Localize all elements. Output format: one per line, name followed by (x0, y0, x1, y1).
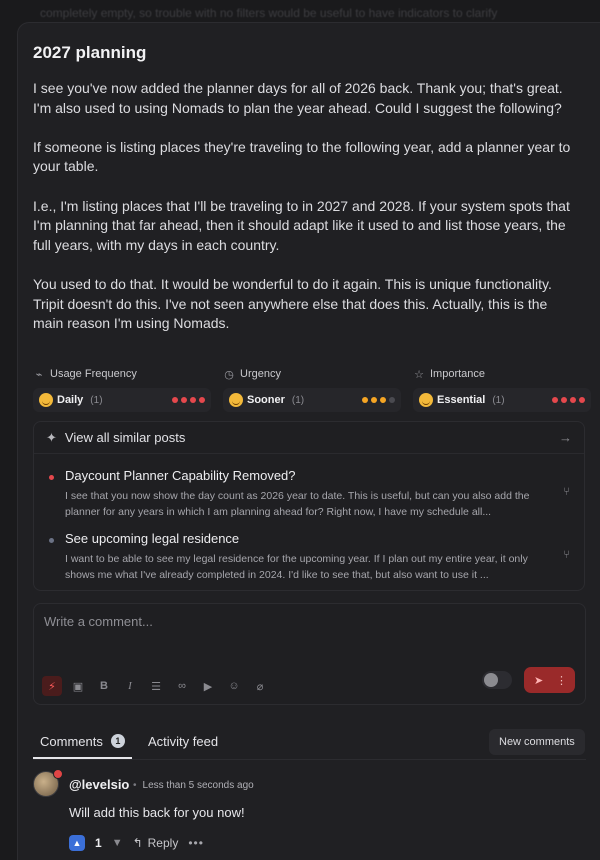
lightning-icon[interactable]: ⚡ (42, 676, 62, 696)
send-icon: ➤ (534, 674, 544, 687)
rating-dot (570, 397, 576, 403)
meta-urgency: ◷ Urgency Sooner (1) (223, 366, 401, 412)
meta-value-pill[interactable]: Essential (1) (413, 388, 591, 412)
meta-label: Usage Frequency (50, 368, 137, 380)
like-count: 1 (95, 836, 102, 850)
post-title: 2027 planning (33, 43, 147, 62)
tab-comments[interactable]: Comments 1 (33, 725, 132, 759)
comments-count-badge: 1 (110, 734, 125, 748)
similar-post-item[interactable]: Daycount Planner Capability Removed? I s… (34, 466, 586, 524)
post-body: I see you've now added the planner days … (33, 79, 573, 353)
image-icon[interactable]: ▣ (68, 676, 88, 696)
rating-dot (371, 397, 377, 403)
post-paragraph: If someone is listing places they're tra… (33, 138, 571, 175)
comment-text: Will add this back for you now! (69, 805, 245, 820)
similar-post-title: See upcoming legal residence (65, 531, 240, 546)
rating-dot (172, 397, 178, 403)
clock-icon: ◷ (224, 368, 234, 381)
comment-actions: ▲ 1 ▼ ↰ Reply ••• (69, 833, 204, 853)
similar-post-title: Daycount Planner Capability Removed? (65, 468, 296, 483)
meta-value-pill[interactable]: Daily (1) (33, 388, 211, 412)
rating-dot (552, 397, 558, 403)
meta-label: Importance (430, 368, 486, 380)
more-options-icon[interactable]: ••• (188, 836, 204, 850)
similar-posts-panel: ✦ View all similar posts → Daycount Plan… (33, 421, 585, 591)
similar-post-item[interactable]: See upcoming legal residence I want to b… (34, 529, 586, 587)
composer-toolbar: ⚡ ▣ B I ☰ ∞ ▶ ☺ ⌀ (42, 676, 270, 696)
rating-dot (389, 397, 395, 403)
emoji-icon[interactable]: ☺ (224, 676, 244, 696)
meta-value: Essential (437, 394, 486, 406)
send-button[interactable]: ➤ ⋮ (524, 667, 575, 693)
reply-button[interactable]: ↰ Reply (133, 836, 179, 850)
tab-label: Comments (40, 733, 103, 749)
post-card: 2027 planning I see you've now added the… (17, 22, 600, 860)
divider (33, 759, 586, 760)
sparkle-icon: ✦ (46, 429, 57, 445)
rating-dot (579, 397, 585, 403)
similar-header-label: View all similar posts (64, 430, 186, 445)
rating-dots (362, 397, 395, 403)
reply-icon: ↰ (132, 836, 143, 850)
list-icon[interactable]: ☰ (146, 676, 166, 696)
rating-dot (190, 397, 196, 403)
verified-badge-icon (53, 769, 63, 779)
link-icon[interactable]: ∞ (172, 676, 192, 696)
meta-count: (1) (492, 394, 505, 406)
rating-dots (172, 397, 205, 403)
video-icon[interactable]: ▶ (198, 676, 218, 696)
attachment-icon[interactable]: ⌀ (250, 676, 270, 696)
post-paragraph: I.e., I'm listing places that I'll be tr… (33, 197, 570, 253)
comment-input[interactable]: Write a comment... (44, 614, 153, 629)
post-meta: ⌁ Usage Frequency Daily (1) ◷ Urgency So… (33, 366, 593, 412)
reply-label: Reply (147, 836, 179, 850)
comments-tabs: Comments 1 Activity feed New comments (33, 725, 586, 760)
meta-value: Daily (57, 394, 84, 406)
new-comments-button[interactable]: New comments (489, 729, 585, 755)
thumbs-up-icon[interactable]: ▲ (69, 835, 85, 851)
meta-count: (1) (90, 394, 103, 406)
rating-dot (380, 397, 386, 403)
rating-dot (199, 397, 205, 403)
meta-label: Urgency (240, 368, 281, 380)
comment-author[interactable]: @levelsio (69, 777, 129, 792)
merge-icon[interactable]: ⑂ (563, 549, 570, 561)
more-options-icon[interactable]: ⋮ (556, 674, 567, 687)
meta-usage-frequency: ⌁ Usage Frequency Daily (1) (33, 366, 211, 412)
similar-post-desc: I want to be able to see my legal reside… (65, 553, 528, 581)
smile-emoji-icon (39, 393, 53, 407)
merge-icon[interactable]: ⑂ (563, 486, 570, 498)
thumbs-down-icon[interactable]: ▼ (112, 837, 123, 849)
meta-importance: ☆ Importance Essential (1) (413, 366, 591, 412)
meta-count: (1) (291, 394, 305, 406)
bold-icon[interactable]: B (94, 676, 114, 696)
meta-value-pill[interactable]: Sooner (1) (223, 388, 401, 412)
smile-emoji-icon (419, 393, 433, 407)
rating-dot (362, 397, 368, 403)
similar-post-desc: I see that you now show the day count as… (65, 490, 530, 518)
rating-dot (561, 397, 567, 403)
tab-label: Activity feed (148, 733, 219, 749)
star-icon: ☆ (414, 368, 424, 381)
visibility-toggle[interactable] (482, 671, 512, 689)
rating-dot (181, 397, 187, 403)
status-bullet (49, 475, 54, 480)
arrow-right-icon: → (559, 430, 572, 445)
italic-icon[interactable]: I (120, 676, 140, 696)
meta-value: Sooner (247, 394, 285, 406)
tab-activity-feed[interactable]: Activity feed (148, 725, 218, 757)
status-bullet (49, 538, 54, 543)
activity-icon: ⌁ (35, 368, 43, 381)
comment-composer[interactable]: Write a comment... ⚡ ▣ B I ☰ ∞ ▶ ☺ ⌀ ➤ ⋮ (33, 603, 586, 705)
post-paragraph: I see you've now added the planner days … (33, 80, 563, 116)
post-paragraph: You used to do that. It would be wonderf… (33, 275, 552, 332)
view-similar-posts-link[interactable]: ✦ View all similar posts → (34, 422, 584, 454)
scrolled-text-fade: completely empty, so trouble with no fil… (40, 6, 498, 20)
comment-timestamp: Less than 5 seconds ago (133, 780, 254, 791)
smile-emoji-icon (229, 393, 243, 407)
rating-dots (552, 397, 585, 403)
